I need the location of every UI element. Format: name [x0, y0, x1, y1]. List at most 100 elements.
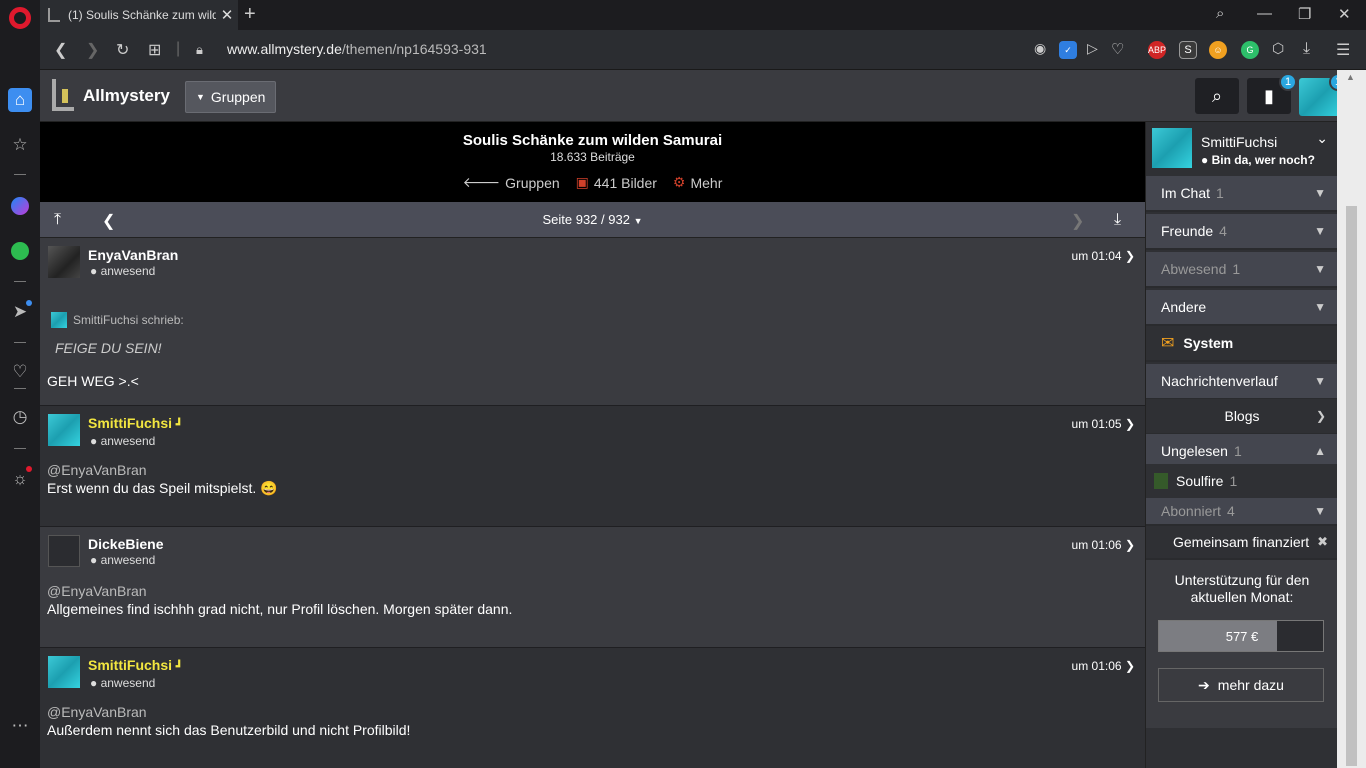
- camera-icon[interactable]: ◉: [1034, 40, 1046, 57]
- post-author[interactable]: EnyaVanBran: [88, 247, 178, 263]
- opera-logo-icon[interactable]: [9, 7, 31, 29]
- emoji-icon[interactable]: ☺: [1209, 41, 1227, 59]
- quote-avatar-icon: [51, 312, 67, 328]
- notification-dot: [26, 466, 32, 472]
- avatar[interactable]: [48, 246, 80, 278]
- user-avatar-button[interactable]: 1: [1299, 73, 1347, 116]
- heart-icon[interactable]: ♡: [1111, 40, 1124, 58]
- messenger-icon[interactable]: [8, 194, 32, 218]
- close-tab-icon[interactable]: ✕: [216, 6, 238, 24]
- home-icon[interactable]: ⌂: [8, 88, 32, 112]
- adblock-icon[interactable]: ABP: [1148, 41, 1166, 59]
- sidebar-username: SmittiFuchsi: [1201, 134, 1278, 150]
- sidebar-item-label: Abwesend: [1161, 261, 1227, 277]
- chevron-up-icon: ▲: [1314, 444, 1326, 458]
- sidebar-item-subscribed[interactable]: Abonniert 4 ▼: [1146, 498, 1338, 526]
- chevron-down-icon[interactable]: ⌄: [1316, 130, 1328, 147]
- last-page-icon[interactable]: ⤓: [1114, 211, 1121, 229]
- more-link-label: Mehr: [690, 174, 723, 191]
- avatar[interactable]: [48, 656, 80, 688]
- quote-author: SmittiFuchsi schrieb:: [73, 313, 184, 327]
- sidebar-item-blogs[interactable]: Blogs ❯: [1146, 399, 1338, 435]
- close-window-icon[interactable]: ✕: [1338, 5, 1351, 23]
- post-author[interactable]: SmittiFuchsi ┛: [88, 415, 183, 431]
- address-bar: ❮ ❯ ↻ ⊞ | 🔒︎ www.allmystery.de/themen/np…: [40, 30, 1366, 70]
- sidebar-item-history[interactable]: Nachrichtenverlauf ▼: [1146, 364, 1338, 400]
- shield-icon[interactable]: ✓: [1059, 41, 1077, 59]
- sidebar-item-friends[interactable]: Freunde 4 ▼: [1146, 214, 1338, 250]
- forward-icon[interactable]: ❯: [86, 40, 99, 60]
- allmystery-logo-icon[interactable]: [52, 79, 74, 111]
- search-tabs-icon[interactable]: ⌕: [1216, 5, 1224, 22]
- post-time-label: um 01:06: [1071, 659, 1122, 673]
- post-mention[interactable]: @EnyaVanBran: [47, 583, 147, 599]
- avatar[interactable]: [48, 535, 80, 567]
- page-selector[interactable]: Seite 932 / 932 ▼: [40, 212, 1145, 227]
- more-icon[interactable]: ⋯: [8, 714, 32, 738]
- quote-text: FEIGE DU SEIN!: [55, 340, 162, 356]
- download-icon[interactable]: ⤓: [1303, 40, 1310, 58]
- menu-icon[interactable]: ☰: [1336, 40, 1350, 60]
- sidebar-item-away[interactable]: Abwesend 1 ▼: [1146, 252, 1338, 288]
- sidebar-item-count: 1: [1216, 185, 1224, 201]
- images-icon: ▣: [575, 174, 589, 190]
- post-text: Allgemeines find ischhh grad nicht, nur …: [47, 601, 513, 617]
- grammarly-icon[interactable]: G: [1241, 41, 1259, 59]
- tabs-grid-icon[interactable]: ⊞: [148, 40, 161, 60]
- funding-panel: Unterstützung für den aktuellen Monat: 5…: [1146, 560, 1338, 728]
- post-mention[interactable]: @EnyaVanBran: [47, 704, 147, 720]
- more-link[interactable]: ⚙ Mehr: [673, 174, 722, 191]
- post-time[interactable]: um 01:06 ❯: [1072, 659, 1135, 673]
- tab-title: (1) Soulis Schänke zum wilde: [68, 8, 216, 22]
- flow-icon[interactable]: ▷: [1087, 40, 1098, 57]
- bookmark-badge: 1: [1279, 73, 1297, 91]
- heart-icon[interactable]: ♡: [8, 360, 32, 384]
- post-author[interactable]: SmittiFuchsi ┛: [88, 657, 183, 673]
- restore-icon[interactable]: ❐: [1298, 5, 1311, 23]
- sidebar-user[interactable]: SmittiFuchsi ● Bin da, wer noch? ⌄: [1146, 122, 1338, 176]
- scrollbar-thumb[interactable]: [1346, 206, 1357, 766]
- next-page-icon[interactable]: ❯: [1071, 211, 1084, 231]
- url-field[interactable]: www.allmystery.de/themen/np164593-931: [227, 41, 487, 57]
- funding-progress-bar: 577 €: [1158, 620, 1324, 652]
- post-mention[interactable]: @EnyaVanBran: [47, 462, 147, 478]
- arrow-left-icon: 🡐: [462, 174, 501, 190]
- scroll-up-icon[interactable]: ▲: [1346, 72, 1355, 82]
- sidebar-item-other[interactable]: Andere ▼: [1146, 290, 1338, 326]
- back-icon[interactable]: ❮: [54, 40, 67, 60]
- reload-icon[interactable]: ↻: [116, 40, 129, 60]
- avatar[interactable]: [48, 414, 80, 446]
- sidebar-item-system[interactable]: ✉ System: [1146, 326, 1338, 362]
- sidebar-item-chat[interactable]: Im Chat 1 ▼: [1146, 176, 1338, 212]
- post-time[interactable]: um 01:05 ❯: [1072, 417, 1135, 431]
- site-logo[interactable]: Allmystery: [83, 86, 170, 106]
- avatar[interactable]: [1152, 128, 1192, 168]
- post-author[interactable]: DickeBiene: [88, 536, 163, 552]
- post-time[interactable]: um 01:04 ❯: [1072, 249, 1135, 263]
- clock-icon[interactable]: ◷: [8, 405, 32, 429]
- page-scrollbar[interactable]: ▲: [1337, 70, 1366, 768]
- images-link[interactable]: ▣ 441 Bilder: [576, 174, 657, 191]
- minimize-icon[interactable]: —: [1257, 5, 1272, 22]
- post-time[interactable]: um 01:06 ❯: [1072, 538, 1135, 552]
- groups-button[interactable]: ▼ Gruppen: [185, 81, 277, 113]
- screen: ⌂ ☆ ➤ ♡ ◷ ☼ ⋯ (1) Soulis Schänke zum wil…: [0, 0, 1366, 768]
- new-tab-icon[interactable]: +: [244, 3, 256, 26]
- bookmark-button[interactable]: ▮ 1: [1247, 73, 1297, 114]
- browser-tab[interactable]: (1) Soulis Schänke zum wilde ✕: [40, 0, 238, 30]
- groups-link[interactable]: 🡐 Gruppen: [463, 174, 560, 191]
- star-icon[interactable]: ☆: [8, 133, 32, 157]
- sidebar-item-soulfire[interactable]: Soulfire 1: [1146, 464, 1338, 500]
- extension-s-icon[interactable]: S: [1179, 41, 1197, 59]
- search-button[interactable]: ⌕: [1195, 78, 1239, 114]
- funding-more-button[interactable]: ➔ mehr dazu: [1158, 668, 1324, 702]
- lock-icon[interactable]: 🔒︎: [196, 42, 203, 58]
- arrow-right-icon: ➔: [1198, 676, 1210, 693]
- whatsapp-icon[interactable]: [8, 239, 32, 263]
- post-time-label: um 01:06: [1071, 538, 1122, 552]
- funding-amount: 577 €: [1225, 629, 1259, 644]
- post: SmittiFuchsi ┛ ● anwesend um 01:06 ❯ @En…: [40, 648, 1145, 768]
- cube-icon[interactable]: ⬡: [1272, 40, 1284, 57]
- close-icon[interactable]: ✖: [1317, 534, 1328, 550]
- funding-header: Gemeinsam finanziert ✖: [1146, 526, 1338, 560]
